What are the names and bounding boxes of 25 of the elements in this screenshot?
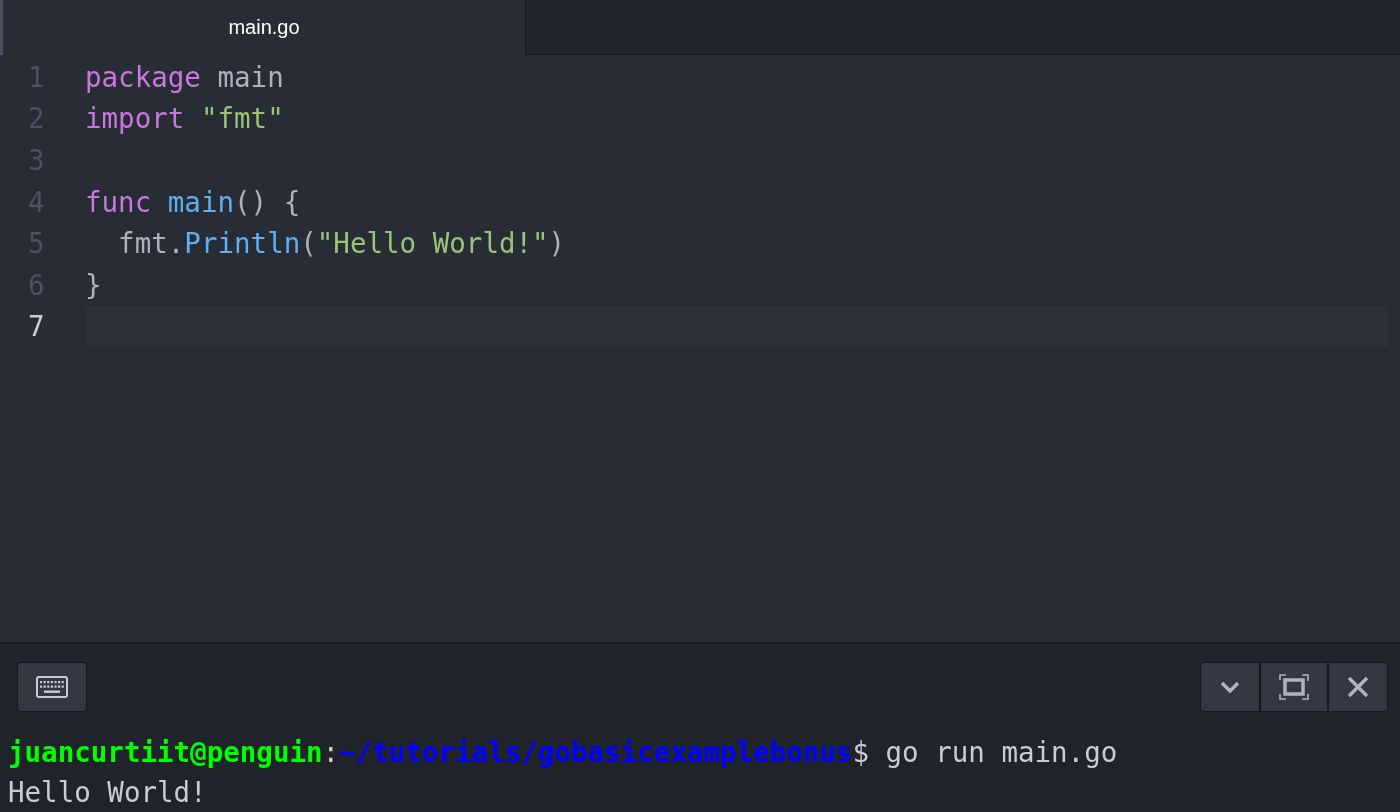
code-token: Println: [184, 227, 301, 260]
terminal-command-line: juancurtiit@penguin:~/tutorials/gobasicexamplebonus$ go run main.go: [7, 735, 1119, 770]
code-token: (: [300, 227, 317, 260]
chevron-down-icon: [1220, 681, 1240, 693]
keyboard-button[interactable]: [17, 662, 87, 712]
code-token: import: [85, 102, 186, 135]
keyboard-icon: [36, 676, 68, 698]
code-token: "fmt": [200, 102, 284, 135]
code-token: main: [167, 185, 235, 218]
code-token: () {: [234, 185, 301, 218]
maximize-icon: [1279, 674, 1309, 700]
code-token: fmt.: [117, 227, 185, 260]
file-tab[interactable]: main.go: [0, 0, 526, 55]
line-number: 7: [27, 310, 46, 343]
close-button[interactable]: [1328, 662, 1388, 712]
code-token: }: [85, 268, 102, 301]
collapse-button[interactable]: [1200, 662, 1260, 712]
maximize-button[interactable]: [1260, 662, 1328, 712]
code-token: main: [216, 60, 284, 93]
code-token: package: [85, 60, 201, 93]
code-token: ): [548, 227, 566, 260]
close-icon: [1347, 676, 1369, 698]
code-token: "Hello World!": [316, 227, 549, 260]
code-token: func: [85, 185, 153, 218]
terminal-output: Hello World!: [7, 775, 208, 810]
